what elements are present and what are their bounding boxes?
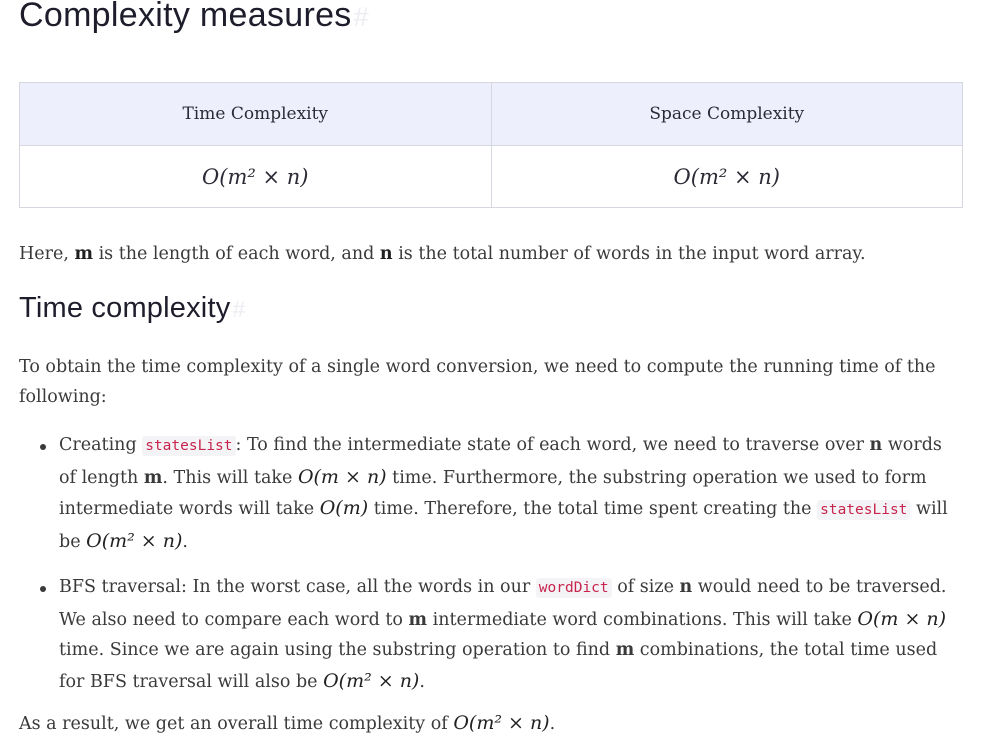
definition-text: is the length of each word, and: [93, 244, 380, 264]
conclusion-paragraph: As a result, we get an overall time comp…: [19, 708, 555, 739]
text: Creating: [59, 435, 143, 455]
complexity-list: Creating statesList: To find the interme…: [19, 430, 959, 712]
math-expression: O(m): [319, 497, 369, 519]
table-row: O(m² × n) O(m² × n): [19, 145, 963, 208]
variables-definition: Here, m is the length of each word, and …: [19, 239, 866, 269]
var-m: m: [143, 467, 163, 488]
table-cell-time: O(m² × n): [19, 145, 492, 208]
page-title: Complexity measures#: [19, 0, 369, 35]
text: : To find the intermediate state of each…: [235, 435, 870, 455]
table-header-space: Space Complexity: [490, 82, 963, 146]
list-item: BFS traversal: In the worst case, all th…: [40, 572, 959, 697]
list-item: Creating statesList: To find the interme…: [40, 430, 959, 557]
intro-paragraph: To obtain the time complexity of a singl…: [19, 357, 936, 407]
inline-code: statesList: [142, 436, 236, 456]
math-expression: O(m² × n): [323, 669, 420, 692]
math-expression: O(m × n): [297, 465, 387, 488]
var-m: m: [74, 244, 93, 264]
definition-text: is the total number of words in the inpu…: [392, 244, 866, 264]
var-n: n: [869, 435, 883, 455]
var-n: n: [379, 244, 393, 264]
section-heading: Time complexity#: [19, 292, 246, 325]
table-cell-space: O(m² × n): [490, 145, 963, 208]
text: time. Since we are again using the subst…: [59, 640, 616, 660]
section-heading-text: Time complexity: [19, 292, 231, 324]
inline-code: statesList: [817, 500, 911, 520]
var-n: n: [679, 577, 693, 597]
heading-anchor-link[interactable]: #: [232, 296, 245, 322]
text: . This will take: [162, 467, 298, 488]
var-m: m: [615, 640, 635, 660]
page-title-text: Complexity measures: [19, 0, 352, 34]
conclusion-text: As a result, we get an overall time comp…: [19, 714, 454, 734]
definition-text: Here,: [19, 244, 75, 264]
inline-code: wordDict: [535, 578, 612, 598]
math-expression: O(m × n): [857, 607, 947, 630]
text: time. Therefore, the total time spent cr…: [368, 499, 818, 519]
var-m: m: [408, 609, 428, 630]
table-header-row: Time Complexity Space Complexity: [19, 82, 963, 146]
math-expression: O(m² × n): [86, 529, 183, 552]
text: .: [419, 671, 425, 692]
complexity-table: Time Complexity Space Complexity O(m² × …: [19, 82, 963, 208]
conclusion-text: .: [549, 714, 556, 734]
heading-anchor-link[interactable]: #: [354, 1, 369, 32]
table-header-time: Time Complexity: [19, 82, 492, 146]
text: of size: [611, 577, 680, 597]
text: BFS traversal: In the worst case, all th…: [59, 577, 536, 597]
text: intermediate word combinations. This wil…: [427, 609, 858, 630]
text: .: [182, 531, 188, 552]
math-expression: O(m² × n): [453, 712, 550, 734]
